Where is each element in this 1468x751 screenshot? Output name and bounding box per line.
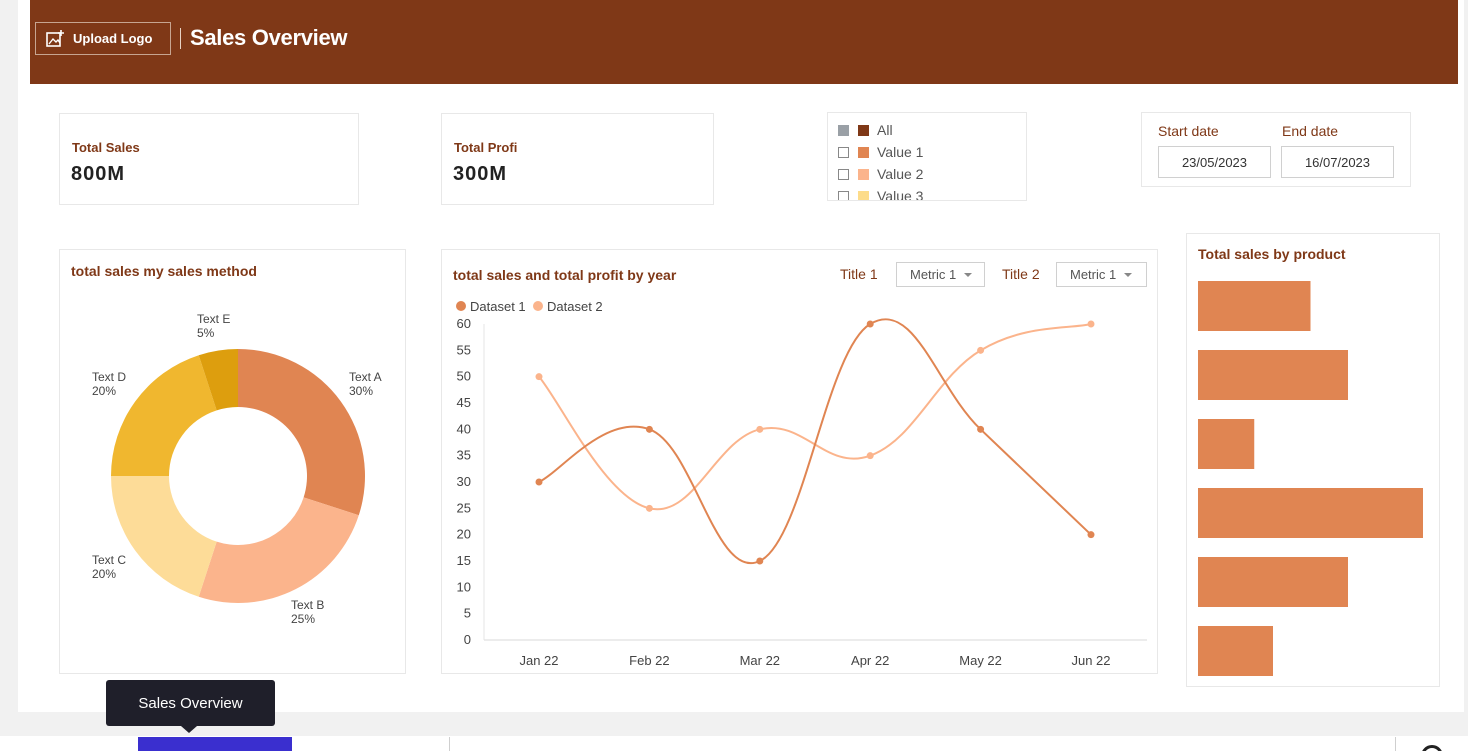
- donut-percent: 20%: [92, 567, 116, 581]
- donut-percent: 25%: [291, 612, 315, 626]
- kpi-card-total-profit: Total Profi 300M: [441, 113, 714, 205]
- checkbox[interactable]: [838, 168, 849, 180]
- product-bar: [1198, 488, 1423, 538]
- series-line-dataset-2: [538, 323, 1092, 511]
- product-bar: [1198, 557, 1348, 607]
- data-point: [645, 504, 653, 512]
- y-tick-label: 30: [457, 474, 471, 489]
- tab-bar-divider: [1395, 737, 1396, 751]
- y-tick-label: 50: [457, 369, 471, 384]
- slicer-item-label: All: [877, 122, 893, 138]
- data-point: [1087, 531, 1095, 539]
- data-point: [756, 557, 764, 565]
- donut-chart: Text A30%Text B25%Text C20%Text D20%Text…: [92, 312, 382, 626]
- slicer-item-all[interactable]: All: [838, 119, 1026, 141]
- kpi-value: 300M: [453, 163, 508, 185]
- donut-percent: 5%: [197, 326, 215, 340]
- slicer-item-label: Value 3: [877, 188, 924, 201]
- page-tab-tooltip: Sales Overview: [106, 680, 275, 726]
- color-swatch: [858, 146, 869, 158]
- color-swatch: [858, 190, 869, 200]
- y-tick-label: 15: [457, 553, 471, 568]
- upload-logo-button[interactable]: Upload Logo: [35, 22, 171, 55]
- legend-label: Dataset 1: [470, 299, 526, 314]
- donut-label: Text D: [92, 370, 126, 384]
- legend-marker: [533, 301, 543, 311]
- x-tick-label: Jun 22: [1071, 653, 1110, 668]
- y-tick-label: 20: [457, 527, 471, 542]
- kpi-label: Total Profi: [454, 140, 518, 155]
- donut-label: Text A: [349, 370, 382, 384]
- slicer-item-value-3[interactable]: Value 3: [838, 185, 1026, 201]
- x-tick-label: Feb 22: [629, 653, 669, 668]
- y-tick-label: 40: [457, 421, 471, 436]
- y-tick-label: 25: [457, 500, 471, 515]
- checkbox[interactable]: [838, 124, 849, 136]
- legend-label: Dataset 2: [547, 299, 603, 314]
- donut-slice-text-c: [111, 476, 217, 597]
- y-tick-label: 5: [464, 606, 471, 621]
- upload-logo-label: Upload Logo: [73, 31, 153, 46]
- slicer-item-value-2[interactable]: Value 2: [838, 163, 1026, 185]
- donut-slice-text-d: [111, 355, 217, 476]
- data-point: [866, 320, 874, 328]
- x-tick-label: Mar 22: [740, 653, 780, 668]
- report-header: Upload Logo Sales Overview: [30, 0, 1458, 84]
- y-tick-label: 55: [457, 342, 471, 357]
- data-point: [645, 425, 653, 433]
- color-swatch: [858, 168, 869, 180]
- y-tick-label: 35: [457, 448, 471, 463]
- y-tick-label: 10: [457, 579, 471, 594]
- data-point: [977, 425, 985, 433]
- data-point: [866, 452, 874, 460]
- checkbox[interactable]: [838, 190, 849, 200]
- slicer-item-label: Value 1: [877, 144, 924, 160]
- slicer-item-value-1[interactable]: Value 1: [838, 141, 1026, 163]
- value-slicer: All Value 1 Value 2 Value 3: [827, 112, 1027, 201]
- start-date-input[interactable]: 23/05/2023: [1158, 146, 1271, 178]
- product-bar: [1198, 419, 1255, 469]
- legend-marker: [456, 301, 466, 311]
- x-tick-label: Apr 22: [851, 653, 889, 668]
- donut-label: Text E: [197, 312, 230, 326]
- kpi-label: Total Sales: [72, 140, 140, 155]
- header-divider: [180, 28, 181, 49]
- donut-label: Text B: [291, 598, 324, 612]
- kpi-value: 800M: [71, 163, 126, 185]
- donut-label: Text C: [92, 553, 126, 567]
- end-date-input[interactable]: 16/07/2023: [1281, 146, 1394, 178]
- donut-slice-text-b: [198, 497, 359, 603]
- donut-percent: 30%: [349, 384, 373, 398]
- data-point: [535, 478, 543, 486]
- product-bar: [1198, 281, 1311, 331]
- color-swatch: [858, 124, 869, 136]
- donut-slice-text-a: [238, 349, 365, 516]
- page-tab-sales-overview[interactable]: [138, 737, 292, 751]
- page-title: Sales Overview: [190, 25, 348, 50]
- product-bar: [1198, 626, 1273, 676]
- kpi-card-total-sales: Total Sales 800M: [59, 113, 359, 205]
- y-tick-label: 45: [457, 395, 471, 410]
- date-range-card: Start date End date 23/05/2023 16/07/202…: [1141, 112, 1411, 187]
- y-tick-label: 60: [457, 316, 471, 331]
- data-point: [756, 425, 764, 433]
- image-upload-icon: [46, 29, 64, 47]
- tab-bar-divider: [449, 737, 450, 751]
- bar-chart: [1198, 281, 1423, 676]
- start-date-label: Start date: [1158, 123, 1219, 139]
- y-tick-label: 0: [464, 632, 471, 647]
- line-chart: 0 5 10 15 20 25 30 35 40 45 50 55 60 Jan 22 Feb 22 Mar …: [456, 299, 1147, 668]
- slicer-item-label: Value 2: [877, 166, 924, 182]
- product-bar: [1198, 350, 1348, 400]
- checkbox[interactable]: [838, 146, 849, 158]
- data-point: [1087, 320, 1095, 328]
- data-point: [535, 373, 543, 381]
- x-tick-label: Jan 22: [519, 653, 558, 668]
- x-tick-label: May 22: [959, 653, 1002, 668]
- data-point: [977, 346, 985, 354]
- tooltip-arrow: [181, 726, 197, 733]
- end-date-label: End date: [1282, 123, 1339, 139]
- donut-percent: 20%: [92, 384, 116, 398]
- series-line-dataset-1: [538, 318, 1092, 565]
